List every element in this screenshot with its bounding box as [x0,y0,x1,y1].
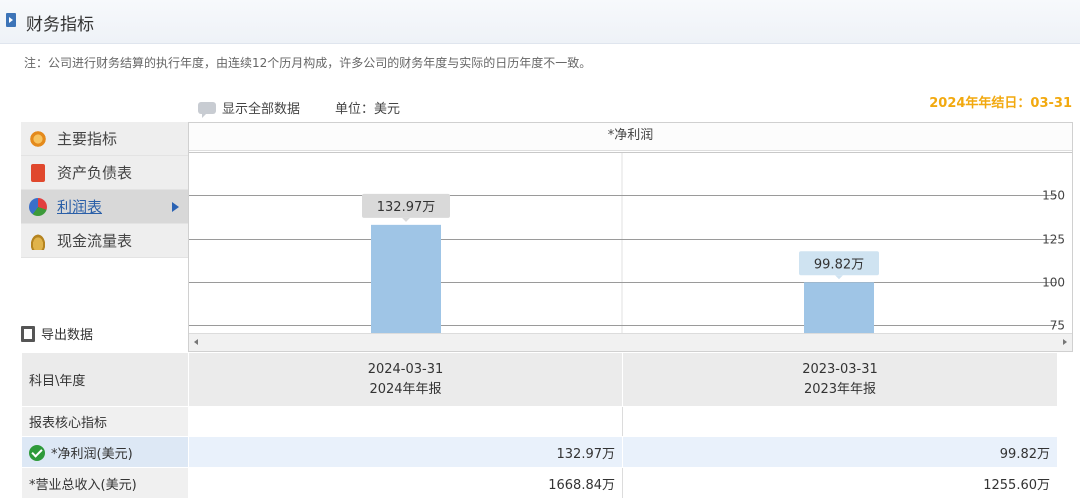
page-title: 财务指标 [26,15,94,35]
pie-chart-icon [29,197,47,216]
data-label: 99.82万 [814,257,864,272]
column-header-2024[interactable]: 2024-03-31 2024年年报 [188,352,623,407]
chart-title: *净利润 [189,123,1072,151]
scroll-right-icon[interactable] [1063,339,1067,345]
sidebar-item-label: 资产负债表 [57,164,133,182]
table-cell: 1668.84万 [188,467,623,499]
export-data-label: 导出数据 [41,328,94,343]
column-date: 2024-03-31 [367,361,444,377]
scroll-left-icon[interactable] [194,339,198,345]
table-row[interactable]: *营业总收入(美元) 1668.84万 1255.60万 [21,467,1058,499]
data-label: 132.97万 [377,200,436,215]
table-header-label: 科目\年度 [21,352,189,407]
row-label: *营业总收入(美元) [21,467,189,499]
column-report: 2024年年报 [369,381,442,397]
chart-scrollbar[interactable] [189,333,1072,351]
excel-icon [21,325,35,342]
column-date: 2023-03-31 [802,361,878,377]
net-profit-chart: *净利润 150 125 100 75 132.97万 99.82万 [188,122,1073,352]
sidebar-item-label: 现金流量表 [57,232,133,250]
chart-burst-icon [29,129,47,148]
y-tick-label: 100 [1042,276,1065,290]
show-all-data-toggle[interactable]: 显示全部数据 [198,98,301,118]
y-tick-label: 75 [1050,319,1065,333]
sidebar-item-label: 主要指标 [57,130,118,148]
fiscal-year-end: 2024年年结日：03-31 [929,96,1072,111]
header-bar: 财务指标 [0,0,1080,44]
fiscal-note: 注：公司进行财务结算的执行年度，由连续12个历月构成，许多公司的财务年度与实际的… [24,56,592,70]
table-cell: 99.82万 [622,436,1058,468]
table-row[interactable]: *净利润(美元) 132.97万 99.82万 [21,436,1058,468]
check-circle-icon[interactable] [29,444,45,461]
table-cell: 1255.60万 [622,467,1058,499]
bar-2023-03-31 [804,282,874,334]
table-header-row: 科目\年度 2024-03-31 2024年年报 2023-03-31 2023… [21,352,1058,407]
table-section-row: 报表核心指标 [21,406,1058,437]
data-label-pointer [835,275,843,280]
row-label-cell: *净利润(美元) [21,436,189,468]
column-header-2023[interactable]: 2023-03-31 2023年年报 [622,352,1058,407]
sidebar-item-income-statement[interactable]: 利润表 [21,190,188,224]
chart-plot: 150 125 100 75 132.97万 99.82万 [189,152,1072,334]
section-label: 报表核心指标 [21,406,189,437]
table-cell [188,406,623,437]
bar-2024-03-31 [371,224,441,334]
column-report: 2023年年报 [803,381,877,397]
sidebar-item-cash-flow[interactable]: 现金流量表 [21,224,188,258]
sidebar-item-label: 利润表 [57,198,103,216]
document-icon [31,163,45,182]
sidebar-item-main-indicators[interactable]: 主要指标 [21,122,188,156]
chevron-right-icon [172,202,179,212]
sidebar-item-balance-sheet[interactable]: 资产负债表 [21,156,188,190]
table-cell: 132.97万 [188,436,623,468]
y-tick-label: 150 [1042,189,1065,203]
table-cell [622,406,1058,437]
export-data-button[interactable]: 导出数据 [21,324,93,343]
comment-bubble-icon [198,102,216,118]
financial-table: 科目\年度 2024-03-31 2024年年报 2023-03-31 2023… [21,352,1058,499]
data-label-pointer [402,217,410,222]
header-marker-icon [6,13,16,27]
show-all-data-label: 显示全部数据 [222,102,301,117]
y-tick-label: 125 [1042,233,1065,247]
coins-icon [29,231,47,250]
sidebar-nav: 主要指标 资产负债表 利润表 现金流量表 [21,122,188,258]
row-label: *净利润(美元) [51,446,133,462]
unit-label: 单位：美元 [335,102,401,117]
